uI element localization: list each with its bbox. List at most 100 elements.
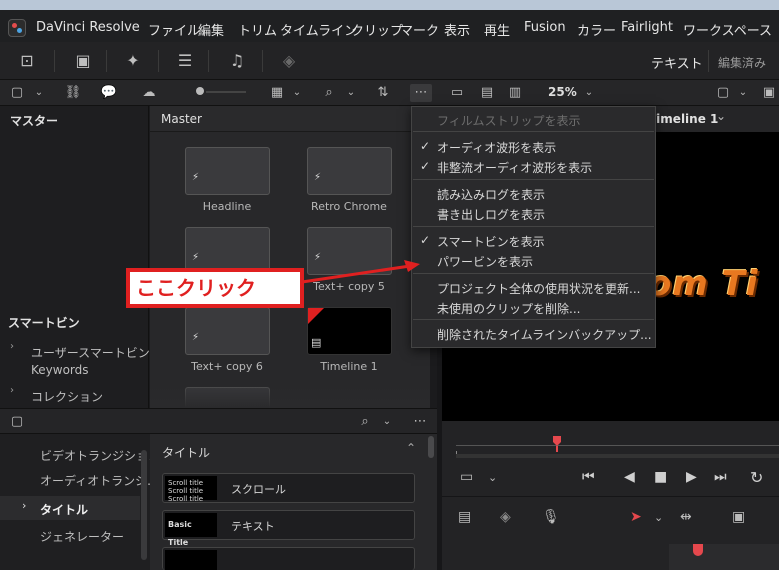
- cloud-icon[interactable]: ☁: [140, 84, 158, 102]
- menu-trim[interactable]: トリム: [238, 20, 277, 39]
- sort-icon[interactable]: ⇅: [374, 84, 392, 102]
- menu-show-unrectified-waveform[interactable]: 非整流オーディオ波形を表示: [437, 159, 592, 176]
- chevron-down-icon[interactable]: ⌄: [290, 84, 304, 102]
- menu-app[interactable]: DaVinci Resolve: [36, 20, 140, 35]
- menu-view[interactable]: 表示: [444, 20, 470, 39]
- chevron-right-icon[interactable]: ›: [22, 499, 26, 512]
- edit-index-icon[interactable]: ☰: [174, 52, 196, 70]
- loop-icon[interactable]: ↻: [750, 468, 763, 487]
- smart-bin-user[interactable]: ユーザースマートビン: [31, 344, 150, 361]
- clip-thumbnail[interactable]: ⚡: [185, 147, 270, 195]
- multicam-icon[interactable]: ▣: [732, 509, 745, 525]
- smart-bin-keywords[interactable]: Keywords: [31, 363, 89, 377]
- divider: [442, 496, 779, 497]
- menu-deleted-timeline-backups[interactable]: 削除されたタイムラインバックアップ...: [437, 326, 652, 343]
- menu-fairlight[interactable]: Fairlight: [621, 20, 673, 35]
- tab-edited[interactable]: 編集済み: [718, 54, 766, 71]
- stop-icon[interactable]: ■: [654, 469, 667, 485]
- skip-back-icon[interactable]: ⏮: [582, 469, 595, 485]
- clip-thumbnail[interactable]: ⚡: [185, 307, 270, 355]
- menu-workspace[interactable]: ワークスペース: [683, 20, 772, 39]
- divider: [208, 50, 209, 72]
- scrollbar[interactable]: [141, 450, 147, 560]
- timeline-clip-thumbnail[interactable]: ▤: [307, 307, 392, 355]
- timeline-playhead[interactable]: [693, 544, 703, 556]
- trim-mode-icon[interactable]: ⇹: [680, 509, 692, 525]
- search-icon[interactable]: ⌕: [356, 413, 374, 431]
- more-options-icon[interactable]: ⋯: [410, 84, 432, 102]
- menu-show-export-log[interactable]: 書き出しログを表示: [437, 206, 545, 223]
- menu-clip[interactable]: クリップ: [351, 20, 403, 39]
- scrollbar[interactable]: [428, 436, 434, 458]
- menu-edit[interactable]: 編集: [198, 20, 224, 39]
- sound-library-icon[interactable]: ♫: [226, 52, 248, 70]
- bin-master[interactable]: マスター: [10, 112, 58, 129]
- menu-show-power-bins[interactable]: パワービンを表示: [437, 253, 533, 270]
- play-reverse-icon[interactable]: ◀: [624, 469, 635, 485]
- grid-view-icon[interactable]: ▦: [268, 84, 286, 102]
- transform-icon[interactable]: ▢: [714, 84, 732, 102]
- menu-mark[interactable]: マーク: [400, 20, 439, 39]
- chevron-down-icon[interactable]: ⌄: [488, 471, 497, 484]
- category-titles[interactable]: タイトル: [40, 501, 88, 518]
- smart-bin-collection[interactable]: コレクション: [31, 388, 103, 405]
- divider: [106, 50, 107, 72]
- menu-show-audio-waveform[interactable]: オーディオ波形を表示: [437, 139, 556, 156]
- menu-show-import-log[interactable]: 読み込みログを表示: [437, 186, 545, 203]
- chevron-right-icon[interactable]: ›: [10, 341, 14, 352]
- chevron-down-icon[interactable]: ⌄: [582, 84, 596, 102]
- viewer-timeline-name[interactable]: Timeline 1: [648, 112, 718, 126]
- selection-pointer-icon[interactable]: ➤: [630, 509, 642, 525]
- clip-thumbnail[interactable]: ⚡: [307, 147, 392, 195]
- image-icon[interactable]: ▣: [72, 52, 94, 70]
- transform-icon[interactable]: ▭: [460, 469, 473, 485]
- chevron-down-icon[interactable]: ⌄: [736, 84, 750, 102]
- tab-text[interactable]: テキスト: [651, 53, 703, 72]
- skip-forward-icon[interactable]: ⏭: [714, 469, 727, 485]
- chevron-down-icon[interactable]: ⌄: [654, 511, 663, 524]
- transition-icon[interactable]: ◈: [278, 52, 300, 70]
- more-options-icon[interactable]: ⋯: [410, 413, 430, 431]
- thumbnail-size-slider-handle[interactable]: [196, 87, 204, 95]
- scrubber-track[interactable]: [456, 445, 779, 446]
- clip-view-icon[interactable]: ▥: [506, 84, 524, 102]
- menu-color[interactable]: カラー: [577, 20, 616, 39]
- chevron-up-icon[interactable]: ⌃: [406, 441, 416, 455]
- filmstrip-icon[interactable]: ▤: [478, 84, 496, 102]
- microphone-icon[interactable]: 🎙: [542, 509, 560, 525]
- effect-item-scroll[interactable]: Scroll title Scroll title Scroll title ス…: [162, 473, 415, 503]
- effects-wand-icon[interactable]: ✦: [122, 52, 144, 70]
- comment-icon[interactable]: 💬: [100, 84, 118, 102]
- menu-fusion[interactable]: Fusion: [524, 20, 566, 35]
- thumb-text: Scroll title: [168, 487, 204, 495]
- effect-item-text[interactable]: Basic Title テキスト: [162, 510, 415, 547]
- search-icon[interactable]: ⌕: [320, 84, 338, 102]
- chevron-down-icon[interactable]: ⌄: [32, 84, 46, 102]
- effect-item[interactable]: [162, 547, 415, 570]
- menu-show-filmstrip[interactable]: フィルムストリップを表示: [437, 112, 581, 129]
- link-icon[interactable]: ⛓: [64, 84, 82, 102]
- panel-toggle-icon[interactable]: ▢: [8, 413, 26, 431]
- menu-playback[interactable]: 再生: [484, 20, 510, 39]
- chevron-down-icon[interactable]: ⌄: [344, 84, 358, 102]
- menu-remove-unused-clips[interactable]: 未使用のクリップを削除...: [437, 300, 580, 317]
- media-pool-icon[interactable]: ⊡: [16, 52, 38, 70]
- overwrite-clip-icon[interactable]: ◈: [500, 509, 511, 525]
- menu-show-smart-bins[interactable]: スマートビンを表示: [437, 233, 545, 250]
- insert-clip-icon[interactable]: ▤: [458, 509, 471, 525]
- menu-file[interactable]: ファイル: [148, 20, 200, 39]
- menu-timeline[interactable]: タイムライン: [280, 20, 357, 39]
- inspector-icon[interactable]: ▣: [762, 84, 776, 102]
- menu-update-project-usage[interactable]: プロジェクト全体の使用状況を更新...: [437, 280, 640, 297]
- category-generators[interactable]: ジェネレーター: [40, 528, 124, 545]
- viewer-image-icon[interactable]: ▭: [448, 84, 466, 102]
- chevron-down-icon[interactable]: ⌄: [716, 109, 726, 123]
- zoom-level[interactable]: 25%: [548, 85, 577, 99]
- play-icon[interactable]: ▶: [686, 469, 697, 485]
- thumbnail-size-slider[interactable]: [206, 91, 246, 93]
- panel-toggle-icon[interactable]: ▢: [8, 84, 26, 102]
- thumb-text: Scroll title: [168, 495, 204, 503]
- timeline-ruler[interactable]: [669, 544, 779, 570]
- chevron-right-icon[interactable]: ›: [10, 385, 14, 396]
- chevron-down-icon[interactable]: ⌄: [380, 413, 394, 431]
